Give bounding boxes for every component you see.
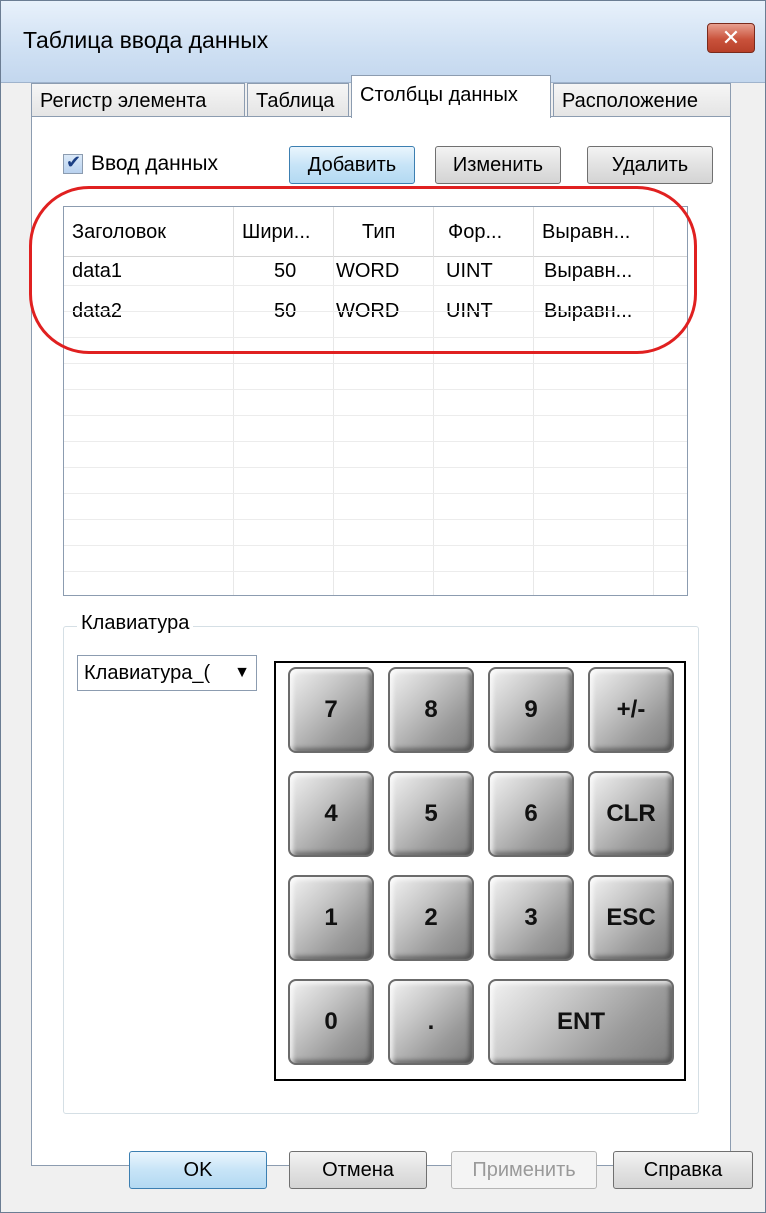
- grid-line: [64, 545, 687, 546]
- key-enter: ENT: [488, 979, 674, 1065]
- key-dot: .: [388, 979, 474, 1065]
- tab-element-register[interactable]: Регистр элемента: [31, 83, 245, 117]
- key-9: 9: [488, 667, 574, 753]
- keyboard-select-value: Клавиатура_(: [84, 662, 211, 684]
- edit-button[interactable]: Изменить: [435, 146, 561, 184]
- highlight-annotation: [29, 186, 697, 354]
- grid-line: [64, 519, 687, 520]
- cancel-button[interactable]: Отмена: [289, 1151, 427, 1189]
- key-1: 1: [288, 875, 374, 961]
- key-2: 2: [388, 875, 474, 961]
- key-6: 6: [488, 771, 574, 857]
- tab-data-columns[interactable]: Столбцы данных: [351, 75, 551, 118]
- add-button[interactable]: Добавить: [289, 146, 415, 184]
- data-input-checkbox[interactable]: Ввод данных: [63, 151, 218, 177]
- checkbox-checked-icon[interactable]: [63, 152, 83, 174]
- keyboard-group-title: Клавиатура: [77, 612, 194, 635]
- dialog-window: Таблица ввода данных ✕ Регистр элемента …: [0, 0, 766, 1213]
- grid-line: [64, 389, 687, 390]
- key-plus-minus: +/-: [588, 667, 674, 753]
- close-icon: ✕: [721, 25, 741, 50]
- grid-line: [64, 571, 687, 572]
- grid-line: [64, 441, 687, 442]
- chevron-down-icon[interactable]: ▼: [234, 656, 250, 690]
- grid-line: [64, 363, 687, 364]
- key-8: 8: [388, 667, 474, 753]
- tab-table[interactable]: Таблица: [247, 83, 349, 117]
- tab-strip: Регистр элемента Таблица Столбцы данных …: [31, 75, 731, 118]
- ok-button[interactable]: OK: [129, 1151, 267, 1189]
- title-bar: Таблица ввода данных ✕: [1, 1, 765, 83]
- key-3: 3: [488, 875, 574, 961]
- keypad-preview: 7 8 9 +/- 4 5 6 CLR 1 2 3 ESC 0 . ENT: [274, 661, 686, 1081]
- key-0: 0: [288, 979, 374, 1065]
- keyboard-select[interactable]: Клавиатура_( ▼: [77, 655, 257, 691]
- grid-line: [64, 467, 687, 468]
- grid-line: [64, 415, 687, 416]
- data-input-label: Ввод данных: [91, 152, 218, 175]
- key-5: 5: [388, 771, 474, 857]
- close-button[interactable]: ✕: [707, 23, 755, 53]
- grid-line: [64, 493, 687, 494]
- help-button[interactable]: Справка: [613, 1151, 753, 1189]
- key-7: 7: [288, 667, 374, 753]
- apply-button[interactable]: Применить: [451, 1151, 597, 1189]
- window-title: Таблица ввода данных: [23, 27, 269, 53]
- key-esc: ESC: [588, 875, 674, 961]
- tab-layout[interactable]: Расположение: [553, 83, 731, 117]
- key-clr: CLR: [588, 771, 674, 857]
- delete-button[interactable]: Удалить: [587, 146, 713, 184]
- key-4: 4: [288, 771, 374, 857]
